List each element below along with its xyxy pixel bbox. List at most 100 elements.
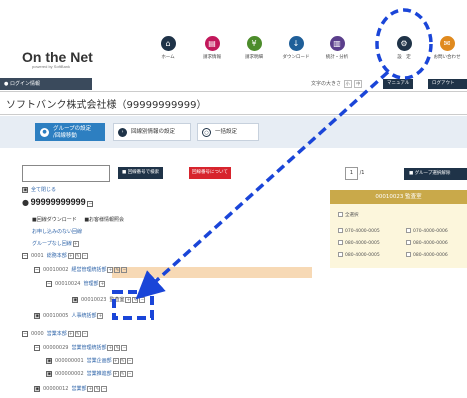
yen-icon: ¥ xyxy=(246,36,262,51)
circle-icon: ○ xyxy=(202,128,211,137)
line-checkbox[interactable]: 080-4000-0005 xyxy=(338,252,380,258)
plus-icon[interactable]: + xyxy=(67,252,74,259)
font-medium-button[interactable]: 中 xyxy=(354,80,363,88)
tree-node[interactable]: −00010002 経営管理統括部 + ✎ − xyxy=(34,266,128,273)
toggle-icon[interactable]: − xyxy=(34,344,40,351)
minus-icon[interactable]: − xyxy=(126,370,133,377)
plus-icon[interactable]: + xyxy=(112,357,119,364)
toggle-icon[interactable]: ▣ xyxy=(34,385,40,392)
edit-icon[interactable]: ✎ xyxy=(119,370,126,377)
tree-node[interactable]: ▣ 000000002 営業推進部 + ✎ − xyxy=(46,370,133,377)
customer-info-link[interactable]: ■お客様情報照会 xyxy=(84,217,124,223)
page-input[interactable]: 1 xyxy=(345,167,358,180)
tree-node[interactable]: ▣ 000000001 営業企画部 + ✎ − xyxy=(46,357,133,364)
collapse-toggle[interactable]: － xyxy=(87,200,93,207)
edit-icon[interactable]: ✎ xyxy=(94,385,101,392)
line-checkbox[interactable]: 070-4000-0005 xyxy=(338,228,380,234)
about-number-button[interactable]: 回線番号について xyxy=(189,167,231,179)
tree-node[interactable]: −00010024 管理部 + xyxy=(46,280,106,287)
line-checkbox[interactable]: 080-4000-0006 xyxy=(406,240,448,246)
tree-item-no-group[interactable]: グループなし回線 + xyxy=(32,240,79,247)
nav-invoice[interactable]: ▤ 請求情報 xyxy=(192,36,232,72)
checkbox-icon xyxy=(406,240,411,245)
font-size-control: 文字の大きさ 小 中 xyxy=(311,80,363,88)
plus-icon[interactable]: + xyxy=(107,266,114,273)
toggle-icon[interactable]: ▣ xyxy=(46,370,52,377)
minus-icon[interactable]: − xyxy=(81,330,88,337)
line-checkbox[interactable]: 070-4000-0006 xyxy=(406,228,448,234)
search-by-number-button[interactable]: ■ 回線番号で検索 xyxy=(118,167,164,179)
selected-row-highlight xyxy=(112,267,312,278)
tree-node[interactable]: ▣ 00010005 人事統括部 + xyxy=(34,312,104,319)
checkbox-icon xyxy=(338,240,343,245)
settings-tabbar: ● グループの設定 /回線移動 › 回線別情報の設定 ○ 一括設定 xyxy=(0,116,467,148)
minus-icon[interactable]: − xyxy=(121,266,128,273)
tab-line-settings[interactable]: › 回線別情報の設定 xyxy=(113,123,191,141)
group-deselect-button[interactable]: ■ グループ選択解除 xyxy=(404,168,467,180)
login-info[interactable]: ● ログイン情報 xyxy=(0,78,92,90)
home-icon: ⌂ xyxy=(160,36,176,51)
nav-invoice-detail[interactable]: ¥ 請求明細 xyxy=(234,36,274,72)
tree-node[interactable]: −00000029 営業管理統括部 + ✎ − xyxy=(34,344,128,351)
tab-group-settings[interactable]: ● グループの設定 /回線移動 xyxy=(35,123,105,141)
nav-home[interactable]: ⌂ ホーム xyxy=(148,36,188,72)
minus-icon[interactable]: − xyxy=(126,357,133,364)
toggle-icon[interactable]: ▣ xyxy=(72,296,78,303)
minus-icon[interactable]: − xyxy=(101,385,108,392)
toggle-icon[interactable]: − xyxy=(34,266,40,273)
toggle-icon[interactable]: − xyxy=(22,330,28,337)
tree-root[interactable]: ● 99999999999 － xyxy=(22,197,96,207)
edit-icon[interactable]: ✎ xyxy=(114,266,121,273)
nav-settings[interactable]: ⚙ 設 定 xyxy=(384,36,424,72)
nav-contact[interactable]: ✉ お問い合わせ xyxy=(427,36,467,72)
minus-icon[interactable]: − xyxy=(121,344,128,351)
minus-icon[interactable]: − xyxy=(81,252,88,259)
edit-icon[interactable]: ✎ xyxy=(132,296,139,303)
plus-icon[interactable]: + xyxy=(72,240,79,247)
tab-bulk-settings[interactable]: ○ 一括設定 xyxy=(197,123,259,141)
logout-button[interactable]: ログアウト xyxy=(428,79,467,89)
edit-icon[interactable]: ✎ xyxy=(74,252,81,259)
edit-icon[interactable]: ✎ xyxy=(119,357,126,364)
plus-icon[interactable]: + xyxy=(97,312,104,319)
plus-icon[interactable]: + xyxy=(99,280,106,287)
plus-icon[interactable]: + xyxy=(67,330,74,337)
download-icon: ↓ xyxy=(288,36,304,51)
plus-icon[interactable]: + xyxy=(112,370,119,377)
nav-download[interactable]: ↓ ダウンロード xyxy=(276,36,316,72)
plus-icon[interactable]: + xyxy=(125,296,132,303)
logo[interactable]: On the Net xyxy=(22,49,93,65)
panel-title: 00010023 監査室 xyxy=(330,190,467,204)
header: On the Net powered by SoftBank ⌂ ホーム ▤ 請… xyxy=(0,0,467,78)
tree-node-selected[interactable]: ▣ 00010023 監査室 + ✎ − xyxy=(72,296,146,303)
manual-button[interactable]: マニュアル xyxy=(383,79,414,89)
company-name: ソフトバンク株式会社様（99999999999） xyxy=(0,91,467,115)
nav-statistics[interactable]: ▥ 統計・分析 xyxy=(317,36,357,72)
plus-icon[interactable]: + xyxy=(87,385,94,392)
line-search-input[interactable] xyxy=(22,165,110,182)
plus-icon[interactable]: + xyxy=(107,344,114,351)
group-detail-panel: 00010023 監査室 全選択 070-4000-0005 070-4000-… xyxy=(330,190,467,268)
minus-icon[interactable]: − xyxy=(139,296,146,303)
tree-node[interactable]: −0001 総務本部 + ✎ − xyxy=(22,252,88,259)
tree-item-pending[interactable]: お申し込みのない回線 xyxy=(32,228,82,235)
collapse-all-link[interactable]: ▣ 全て閉じる xyxy=(22,186,56,193)
line-checkbox[interactable]: 080-4000-0006 xyxy=(406,252,448,258)
line-download-link[interactable]: ■回線ダウンロード xyxy=(32,217,77,223)
edit-icon[interactable]: ✎ xyxy=(74,330,81,337)
pager: 1 /1 xyxy=(345,167,364,180)
toggle-icon[interactable]: − xyxy=(46,280,52,287)
tree-node[interactable]: ▣ 00000012 営業部 + ✎ − xyxy=(34,385,108,392)
tree-node[interactable]: −0000 営業本部 + ✎ − xyxy=(22,330,88,337)
tree-links: ■回線ダウンロード ■お客様情報照会 xyxy=(32,216,124,223)
edit-icon[interactable]: ✎ xyxy=(114,344,121,351)
select-all-checkbox[interactable]: 全選択 xyxy=(338,212,359,218)
mail-icon: ✉ xyxy=(439,36,455,51)
toggle-icon[interactable]: − xyxy=(22,252,28,259)
invoice-icon: ▤ xyxy=(204,36,220,51)
font-small-button[interactable]: 小 xyxy=(343,80,352,88)
toggle-icon[interactable]: ▣ xyxy=(34,312,40,319)
line-checkbox[interactable]: 080-4000-0005 xyxy=(338,240,380,246)
group-icon: ● xyxy=(40,128,49,137)
toggle-icon[interactable]: ▣ xyxy=(46,357,52,364)
